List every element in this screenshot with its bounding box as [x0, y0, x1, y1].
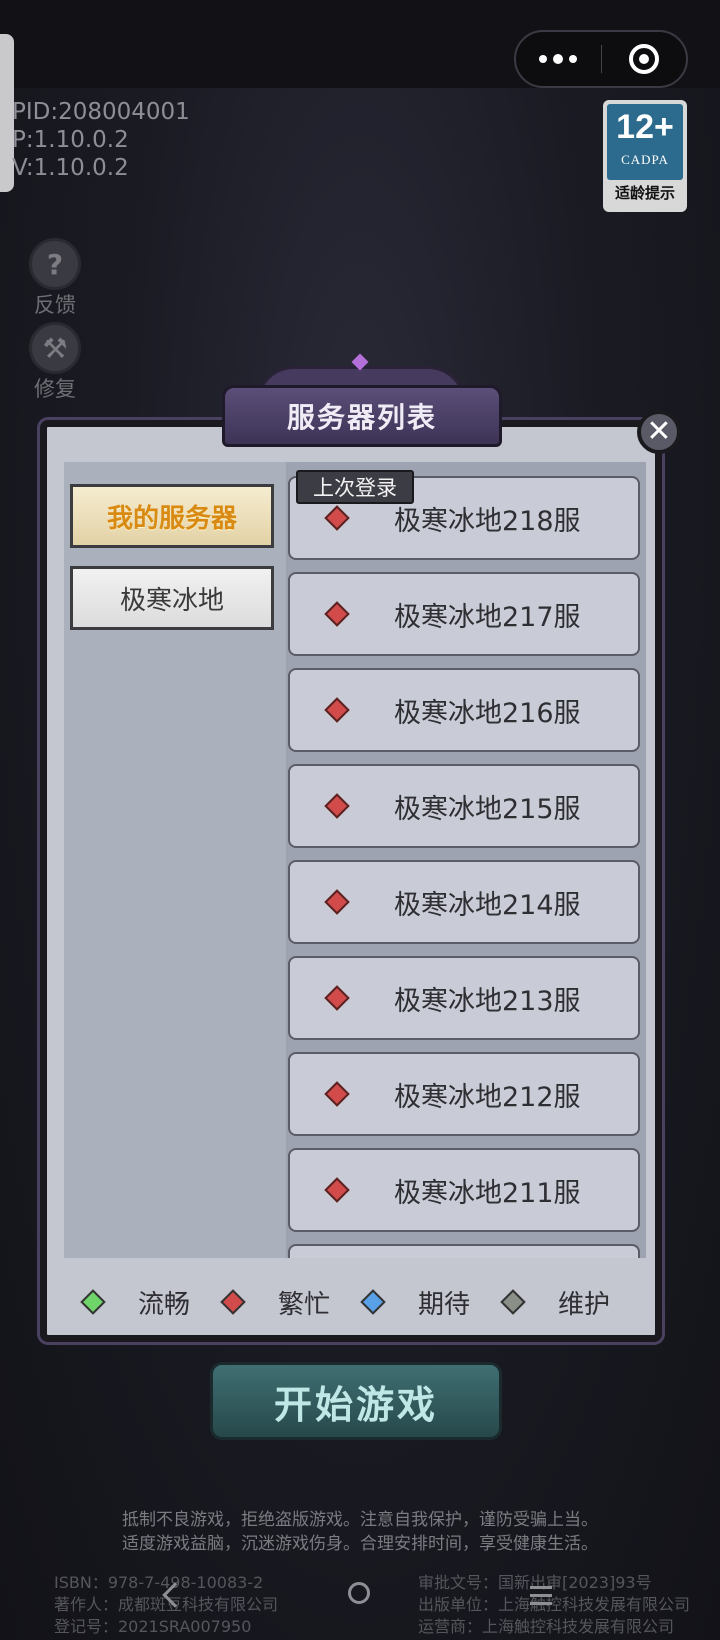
server-item-partial[interactable]	[288, 1244, 640, 1258]
busy-status-icon	[324, 1081, 350, 1107]
legend-label: 繁忙	[278, 1289, 331, 1320]
busy-status-icon	[324, 985, 350, 1011]
maintenance-status-icon	[500, 1289, 526, 1315]
server-item[interactable]: 极寒冰地212服	[288, 1052, 640, 1136]
age-rating-badge[interactable]: 12+ CADPA 适龄提示	[603, 100, 687, 212]
more-button[interactable]	[516, 32, 601, 86]
menu-icon[interactable]	[530, 1586, 552, 1610]
last-login-tag: 上次登录	[296, 470, 414, 504]
notice-line: 适度游戏益脑，沉迷游戏伤身。合理安排时间，享受健康生活。	[122, 1534, 598, 1554]
legend-label: 维护	[558, 1289, 611, 1320]
category-ice-land[interactable]: 极寒冰地	[70, 566, 274, 630]
question-icon: ?	[29, 238, 81, 290]
busy-status-icon	[324, 601, 350, 627]
server-item[interactable]: 极寒冰地213服	[288, 956, 640, 1040]
exit-button[interactable]	[602, 32, 687, 86]
p-version-text: P:1.10.0.2	[12, 127, 129, 153]
server-name: 极寒冰地217服	[394, 601, 581, 633]
expected-status-icon	[360, 1289, 386, 1315]
repair-label: 修复	[34, 377, 76, 401]
busy-status-icon	[324, 889, 350, 915]
server-name: 极寒冰地218服	[394, 505, 581, 537]
busy-status-icon	[324, 505, 350, 531]
server-item[interactable]: 极寒冰地215服	[288, 764, 640, 848]
legend-label: 期待	[418, 1289, 471, 1320]
miniprogram-capsule	[514, 30, 688, 88]
busy-status-icon	[220, 1289, 246, 1315]
repair-button[interactable]: ⚒ 修复	[26, 322, 84, 402]
start-game-label: 开始游戏	[273, 1382, 438, 1427]
target-icon	[628, 44, 659, 74]
age-rating-org: CADPA	[621, 152, 669, 167]
server-name: 极寒冰地216服	[394, 697, 581, 729]
home-icon[interactable]	[348, 1582, 370, 1604]
dialog-title: 服务器列表	[286, 401, 437, 434]
legend-smooth: 流畅	[80, 1284, 222, 1321]
server-name: 极寒冰地213服	[394, 985, 581, 1017]
status-legend: 流畅 繁忙 期待 维护	[80, 1282, 642, 1322]
server-item[interactable]: 极寒冰地217服	[288, 572, 640, 656]
more-dot-icon	[569, 55, 578, 63]
more-dot-icon	[553, 54, 564, 64]
system-nav-bar	[0, 1576, 720, 1636]
busy-status-icon	[324, 697, 350, 723]
pid-text: PID:208004001	[12, 99, 190, 125]
legend-busy: 繁忙	[220, 1284, 362, 1321]
notice-line: 抵制不良游戏，拒绝盗版游戏。注意自我保护，谨防受骗上当。	[122, 1510, 598, 1530]
more-dot-icon	[539, 55, 548, 63]
dialog-title-plate: 服务器列表	[222, 385, 502, 447]
server-name: 极寒冰地211服	[394, 1177, 581, 1209]
legend-expected: 期待	[360, 1284, 502, 1321]
smooth-status-icon	[80, 1289, 106, 1315]
busy-status-icon	[324, 1177, 350, 1203]
version-info: PID:208004001 P:1.10.0.2 V:1.10.0.2	[12, 98, 190, 182]
age-rating: 12+	[616, 108, 674, 146]
legend-label: 流畅	[138, 1289, 191, 1320]
age-rating-tip: 适龄提示	[614, 184, 675, 202]
server-item[interactable]: 极寒冰地216服	[288, 668, 640, 752]
legend-maintenance: 维护	[500, 1284, 642, 1321]
close-icon: ✕	[646, 414, 672, 449]
server-name: 极寒冰地212服	[394, 1081, 581, 1113]
category-my-servers[interactable]: 我的服务器	[70, 484, 274, 548]
feedback-label: 反馈	[34, 293, 76, 317]
busy-status-icon	[324, 793, 350, 819]
start-game-button[interactable]: 开始游戏	[210, 1362, 502, 1440]
server-item[interactable]: 极寒冰地214服	[288, 860, 640, 944]
back-icon[interactable]	[162, 1582, 188, 1608]
feedback-button[interactable]: ? 反馈	[26, 238, 84, 318]
v-version-text: V:1.10.0.2	[12, 155, 129, 181]
close-button[interactable]: ✕	[637, 410, 681, 454]
server-name: 极寒冰地214服	[394, 889, 581, 921]
health-notice: 抵制不良游戏，拒绝盗版游戏。注意自我保护，谨防受骗上当。 适度游戏益脑，沉迷游戏…	[0, 1508, 720, 1556]
tools-icon: ⚒	[29, 322, 81, 374]
server-name: 极寒冰地215服	[394, 793, 581, 825]
server-item[interactable]: 极寒冰地211服	[288, 1148, 640, 1232]
